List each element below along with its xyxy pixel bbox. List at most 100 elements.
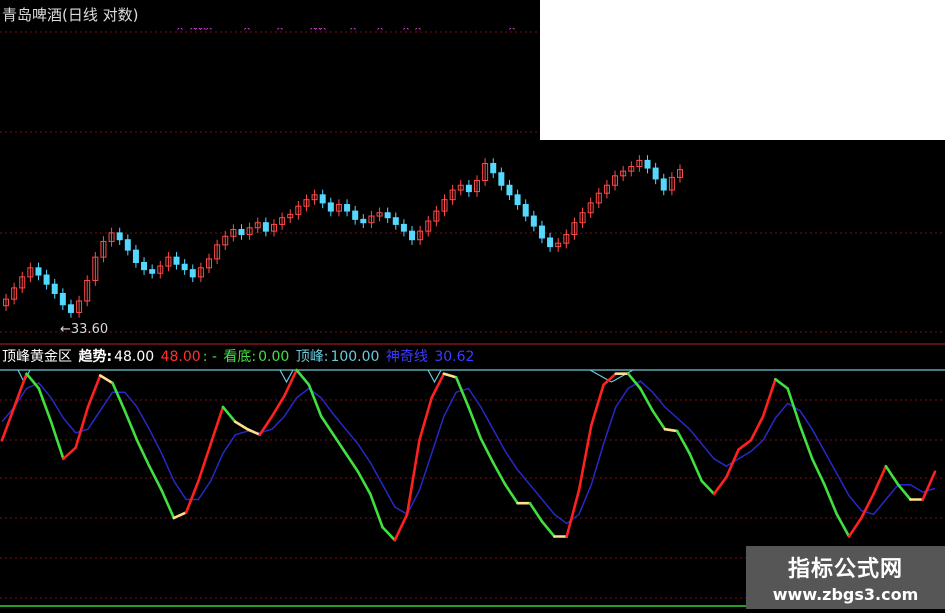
screenshot-corner — [540, 0, 945, 140]
candle-body — [181, 263, 188, 271]
indicator-name: 顶峰黄金区 — [2, 349, 72, 365]
candle-body — [51, 283, 58, 294]
candle-body — [132, 249, 139, 263]
trend-segment — [258, 414, 274, 437]
bottom-value: 0.00 — [258, 349, 290, 365]
candle-body — [238, 228, 245, 236]
peak-value: 100.00 — [330, 349, 380, 365]
red-value: 48.00 — [160, 349, 201, 365]
trend-label: 趋势: — [78, 349, 113, 365]
candle-body — [652, 167, 659, 180]
trend-segment — [430, 372, 446, 400]
candle-body — [67, 304, 74, 313]
candle-body — [262, 222, 269, 232]
candle-body — [149, 269, 156, 274]
candle-body — [189, 269, 196, 278]
trend-segment — [442, 372, 458, 379]
signal-label: 神奇线 — [385, 349, 428, 365]
stock-title: 青岛啤酒(日线 对数) — [2, 6, 139, 24]
trend-segment — [725, 448, 740, 479]
candle-body — [498, 172, 505, 186]
trend-segment — [823, 483, 839, 516]
candle-body — [173, 256, 180, 265]
candle-body — [506, 184, 513, 196]
low-price-label: ←33.60 — [60, 322, 108, 337]
trend-segment — [233, 420, 249, 431]
trend-segment — [368, 492, 384, 529]
candle-body — [59, 292, 66, 306]
trend-segment — [37, 387, 53, 424]
trend-segment — [62, 446, 77, 461]
trend-segment — [675, 429, 691, 455]
trend-segment — [270, 394, 286, 418]
candle-body — [392, 217, 399, 225]
trend-segment — [528, 501, 544, 524]
candle-body — [522, 204, 529, 217]
trend-segment — [197, 442, 212, 483]
candle-body — [538, 225, 545, 239]
trend-segment — [540, 520, 556, 538]
trend-segment — [700, 479, 716, 496]
candle-body — [35, 267, 42, 276]
trend-segment — [565, 488, 581, 538]
trend-segment — [86, 374, 102, 409]
trend-segment — [589, 383, 605, 427]
candle-body — [43, 274, 50, 285]
candle-body — [360, 218, 367, 224]
watermark: 指标公式网 www.zbgs3.com — [746, 546, 945, 609]
candle-body — [319, 194, 326, 204]
candle-body — [384, 212, 391, 219]
trend-segment — [786, 387, 802, 427]
trend-segment — [663, 427, 679, 433]
trend-segment — [356, 470, 372, 496]
trend-segment — [847, 516, 863, 538]
candle-body — [409, 230, 416, 241]
trend-segment — [774, 377, 789, 390]
trend-segment — [712, 475, 728, 496]
candle-body — [530, 215, 537, 227]
trend-segment — [221, 405, 237, 424]
trend-segment — [688, 451, 704, 483]
trend-segment — [491, 461, 507, 487]
watermark-line2: www.zbgs3.com — [772, 585, 919, 604]
candle-body — [644, 159, 651, 169]
trend-segment — [921, 470, 937, 501]
trend-segment — [319, 414, 335, 437]
trend-segment — [307, 383, 323, 418]
trend-segment — [98, 374, 114, 385]
trend-segment — [896, 483, 912, 501]
trend-segment — [626, 372, 642, 390]
candle-body — [660, 178, 667, 191]
trend-segment — [0, 405, 16, 442]
trend-segment — [172, 511, 188, 520]
candle-body — [400, 223, 407, 232]
separator: : - — [202, 349, 217, 365]
candle-body — [141, 261, 148, 271]
candle-body — [514, 194, 521, 206]
trend-segment — [344, 451, 360, 474]
trend-segment — [184, 479, 200, 514]
candle-body — [116, 232, 123, 241]
trend-value: 48.00 — [114, 349, 155, 365]
trend-segment — [577, 424, 593, 492]
trend-segment — [798, 424, 814, 461]
trend-segment — [479, 437, 495, 464]
watermark-line1: 指标公式网 — [787, 557, 903, 582]
trend-segment — [761, 377, 777, 418]
trend-segment — [872, 464, 888, 496]
trend-segment — [651, 409, 667, 431]
trend-segment — [504, 483, 519, 505]
trend-segment — [332, 433, 348, 455]
price-header: 青岛啤酒(日线 对数) — [0, 0, 540, 28]
bottom-label: 看底: — [223, 349, 257, 365]
candle-body — [124, 239, 131, 251]
trend-segment — [135, 438, 151, 468]
trend-segment — [749, 414, 765, 442]
indicator-legend: 顶峰黄金区 趋势: 48.00 48.00: - 看底: 0.00 顶峰: 100.0… — [2, 346, 476, 366]
candle-body — [327, 202, 334, 212]
candle-body — [547, 237, 554, 248]
candle-body — [465, 184, 472, 193]
trend-segment — [381, 525, 397, 542]
trend-segment — [111, 381, 127, 413]
trend-segment — [160, 488, 176, 520]
